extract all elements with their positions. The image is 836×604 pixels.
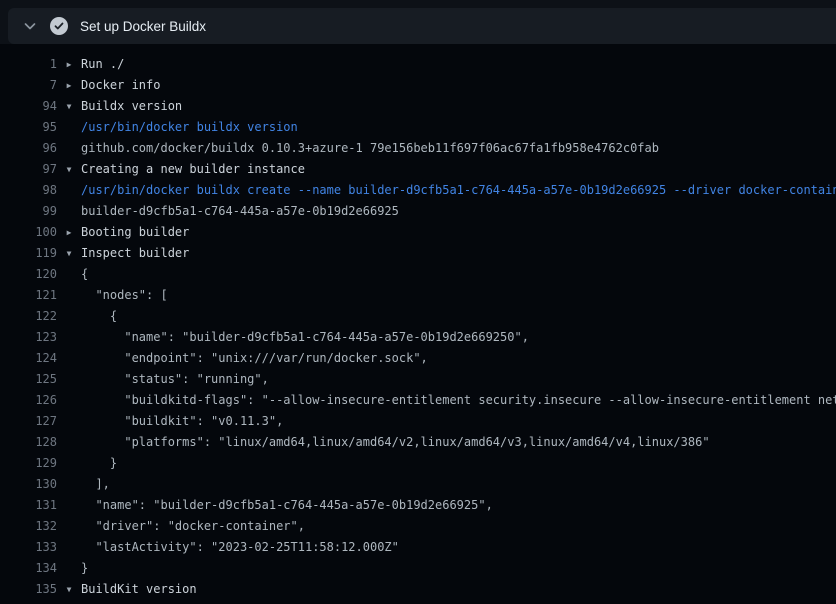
group-title[interactable]: Booting builder — [81, 222, 189, 243]
line-number[interactable]: 130 — [0, 474, 57, 495]
group-title[interactable]: Buildx version — [81, 96, 182, 117]
group-title[interactable]: Inspect builder — [81, 243, 189, 264]
log-line: 123 "name": "builder-d9cfb5a1-c764-445a-… — [0, 327, 836, 348]
log-line: 131 "name": "builder-d9cfb5a1-c764-445a-… — [0, 495, 836, 516]
log-line: 94▼Buildx version — [0, 96, 836, 117]
log-line: 119▼Inspect builder — [0, 243, 836, 264]
log-line: 97▼Creating a new builder instance — [0, 159, 836, 180]
group-toggle-icon[interactable]: ▶ — [57, 222, 81, 243]
log-line: 99 builder-d9cfb5a1-c764-445a-a57e-0b19d2… — [0, 201, 836, 222]
line-number[interactable]: 131 — [0, 495, 57, 516]
output-text: } — [81, 558, 88, 579]
line-number[interactable]: 135 — [0, 579, 57, 600]
group-toggle-icon[interactable]: ▼ — [57, 243, 81, 264]
group-title[interactable]: BuildKit version — [81, 579, 197, 600]
log-line: 135▼BuildKit version — [0, 579, 836, 600]
output-text: "lastActivity": "2023-02-25T11:58:12.000… — [81, 537, 399, 558]
group-toggle-icon[interactable]: ▼ — [57, 579, 81, 600]
line-number[interactable]: 96 — [0, 138, 57, 159]
chevron-down-icon[interactable] — [22, 18, 38, 34]
log-line: 98/usr/bin/docker buildx create --name b… — [0, 180, 836, 201]
output-text: "nodes": [ — [81, 285, 168, 306]
line-number[interactable]: 136 — [0, 600, 57, 604]
output-text: { — [81, 264, 88, 285]
output-text: github.com/docker/buildx 0.10.3+azure-1 … — [81, 138, 659, 159]
log-line: 100▶Booting builder — [0, 222, 836, 243]
output-text: "endpoint": "unix:///var/run/docker.sock… — [81, 348, 428, 369]
line-number[interactable]: 119 — [0, 243, 57, 264]
line-number[interactable]: 95 — [0, 117, 57, 138]
log-line: 132 "driver": "docker-container", — [0, 516, 836, 537]
output-text: "name": "builder-d9cfb5a1-c764-445a-a57e… — [81, 327, 529, 348]
line-number[interactable]: 7 — [0, 75, 57, 96]
line-number[interactable]: 124 — [0, 348, 57, 369]
line-number[interactable]: 133 — [0, 537, 57, 558]
log-line: 129 } — [0, 453, 836, 474]
line-number[interactable]: 120 — [0, 264, 57, 285]
command-text: /usr/bin/docker buildx create --name bui… — [81, 180, 836, 201]
output-text: ], — [81, 474, 110, 495]
line-number[interactable]: 99 — [0, 201, 57, 222]
step-header[interactable]: Set up Docker Buildx — [8, 8, 836, 44]
log-line: 127 "buildkit": "v0.11.3", — [0, 411, 836, 432]
group-toggle-icon[interactable]: ▼ — [57, 159, 81, 180]
log-line: 128 "platforms": "linux/amd64,linux/amd6… — [0, 432, 836, 453]
line-number[interactable]: 129 — [0, 453, 57, 474]
log-line: 7▶Docker info — [0, 75, 836, 96]
line-number[interactable]: 128 — [0, 432, 57, 453]
log-line: 124 "endpoint": "unix:///var/run/docker.… — [0, 348, 836, 369]
group-toggle-icon[interactable]: ▶ — [57, 75, 81, 96]
log-line: 134} — [0, 558, 836, 579]
check-circle-icon — [50, 17, 68, 35]
group-toggle-icon[interactable]: ▼ — [57, 96, 81, 117]
log-line: 121 "nodes": [ — [0, 285, 836, 306]
output-text: } — [81, 453, 117, 474]
line-number[interactable]: 100 — [0, 222, 57, 243]
line-number[interactable]: 132 — [0, 516, 57, 537]
group-title[interactable]: Run ./ — [81, 54, 124, 75]
log-line: 136 builder-d9cfb5a1-c764-445a-a57e-0b19d… — [0, 600, 836, 604]
line-number[interactable]: 126 — [0, 390, 57, 411]
log-line: 130 ], — [0, 474, 836, 495]
group-title[interactable]: Docker info — [81, 75, 160, 96]
step-title: Set up Docker Buildx — [80, 19, 206, 34]
output-text: "buildkit": "v0.11.3", — [81, 411, 283, 432]
output-text: "status": "running", — [81, 369, 269, 390]
log-line: 126 "buildkitd-flags": "--allow-insecure… — [0, 390, 836, 411]
log-line: 133 "lastActivity": "2023-02-25T11:58:12… — [0, 537, 836, 558]
line-number[interactable]: 134 — [0, 558, 57, 579]
group-title[interactable]: Creating a new builder instance — [81, 159, 305, 180]
log-line: 96 github.com/docker/buildx 0.10.3+azure-… — [0, 138, 836, 159]
line-number[interactable]: 94 — [0, 96, 57, 117]
line-number[interactable]: 121 — [0, 285, 57, 306]
group-toggle-icon[interactable]: ▶ — [57, 54, 81, 75]
line-number[interactable]: 127 — [0, 411, 57, 432]
line-number[interactable]: 98 — [0, 180, 57, 201]
log-line: 120 { — [0, 264, 836, 285]
log-line: 1▶Run ./ — [0, 54, 836, 75]
output-text: { — [81, 306, 117, 327]
log-line: 95/usr/bin/docker buildx version — [0, 117, 836, 138]
line-number[interactable]: 97 — [0, 159, 57, 180]
output-text: "platforms": "linux/amd64,linux/amd64/v2… — [81, 432, 710, 453]
output-text: "driver": "docker-container", — [81, 516, 305, 537]
output-text: "buildkitd-flags": "--allow-insecure-ent… — [81, 390, 836, 411]
log-line: 122 { — [0, 306, 836, 327]
output-text: "name": "builder-d9cfb5a1-c764-445a-a57e… — [81, 495, 493, 516]
output-text: builder-d9cfb5a1-c764-445a-a57e-0b19d2e6… — [81, 600, 471, 604]
line-number[interactable]: 1 — [0, 54, 57, 75]
log-lines: 1▶Run ./7▶Docker info94▼Buildx version95… — [0, 44, 836, 604]
command-text: /usr/bin/docker buildx version — [81, 117, 298, 138]
line-number[interactable]: 125 — [0, 369, 57, 390]
log-line: 125 "status": "running", — [0, 369, 836, 390]
line-number[interactable]: 123 — [0, 327, 57, 348]
output-text: builder-d9cfb5a1-c764-445a-a57e-0b19d2e6… — [81, 201, 399, 222]
line-number[interactable]: 122 — [0, 306, 57, 327]
